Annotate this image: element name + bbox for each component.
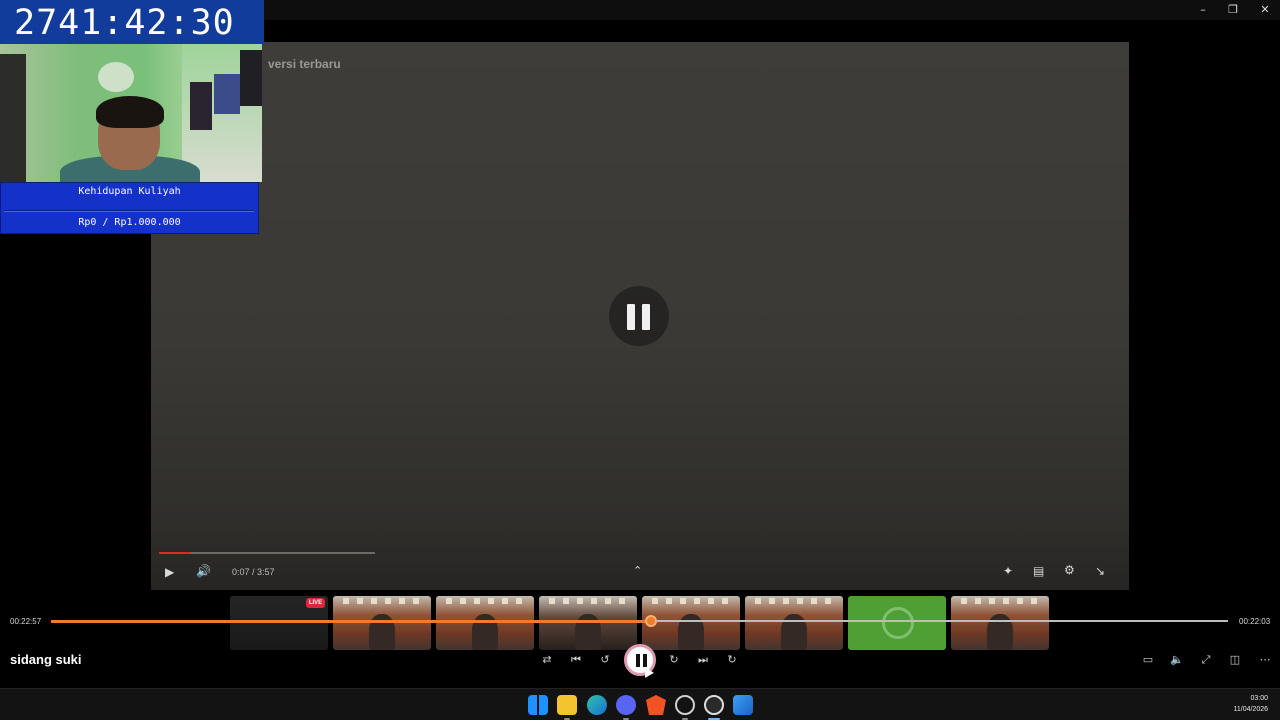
pause-icon-bar-left [627,304,635,330]
taskbar [0,688,1280,720]
thumbnail[interactable] [333,596,431,650]
system-clock[interactable]: 03:00 11/04/2026 [1233,693,1268,715]
shuffle-icon[interactable]: ⇄ [538,651,556,669]
more-options-icon[interactable]: ⋯ [1256,651,1274,669]
pause-icon-bar-left [636,654,640,667]
thumbnail[interactable] [539,596,637,650]
repeat-icon[interactable]: ↻ [723,651,741,669]
inner-play-icon[interactable]: ▶ [165,565,174,579]
photos-icon[interactable] [733,695,753,715]
chevron-up-icon[interactable]: ⌃ [633,564,642,577]
brave-browser-icon[interactable] [646,695,666,715]
mini-player-icon[interactable]: ▭ [1139,651,1157,669]
rewind-10-icon[interactable]: ↺ [596,651,614,669]
inner-progress-fill [159,552,191,554]
wall-fan [98,62,134,92]
background-person [0,54,26,182]
seek-bar-fill [51,620,651,623]
thumbnail[interactable] [642,596,740,650]
goal-progress-bar [4,210,254,212]
video-caption: versi terbaru [268,57,341,71]
fullscreen-icon[interactable]: ⤢ [1197,651,1215,669]
donation-goal: Kehidupan Kuliyah Rp0 / Rp1.000.000 [0,182,259,234]
exit-fullscreen-icon[interactable]: ↘ [1095,564,1105,578]
webcam-feed [0,44,262,182]
minimize-icon[interactable]: – [1188,2,1218,18]
windows-start-icon[interactable] [528,695,548,715]
subathon-timer: 2741:42:30 [0,0,264,45]
forward-30-icon[interactable]: ↻ [665,651,683,669]
streamer-hair [96,96,164,128]
poster [214,74,240,114]
volume-icon[interactable]: 🔈 [1168,651,1186,669]
inner-volume-icon[interactable]: 🔊 [196,564,211,578]
sparkle-icon[interactable]: ✦ [1003,564,1013,578]
previous-icon[interactable]: ⏮ [567,651,585,669]
settings-gear-icon[interactable]: ⚙ [1064,563,1075,577]
stream-overlay: 2741:42:30 Kehidupan Kuliyah Rp0 / Rp1.0… [0,0,264,236]
elapsed-time: 00:22:57 [10,617,42,626]
subtitles-icon[interactable]: ▤ [1033,564,1044,578]
timer-text: 2741:42:30 [14,3,235,43]
media-player-icon[interactable] [704,695,724,715]
clock-date: 11/04/2026 [1233,706,1268,713]
edge-browser-icon[interactable] [587,695,607,715]
goal-title: Kehidupan Kuliyah [78,186,181,197]
thumbnail[interactable] [745,596,843,650]
restore-icon[interactable]: ❐ [1218,2,1248,18]
close-icon[interactable]: ✕ [1250,2,1280,18]
thumbnail[interactable] [436,596,534,650]
goal-amount: Rp0 / Rp1.000.000 [78,217,181,228]
inner-time-display: 0:07 / 3:57 [232,567,275,577]
remaining-time: 00:22:03 [1239,617,1271,626]
poster [190,82,212,130]
media-title: sidang suki [10,652,82,667]
obs-icon[interactable] [675,695,695,715]
seek-knob[interactable] [645,615,657,627]
poster [240,50,262,106]
screen: { "overlay": { "timer": "2741:42:30", "g… [0,0,1280,720]
center-pause-button[interactable] [609,286,669,346]
thumbnail-green[interactable] [848,596,946,650]
cast-icon[interactable]: ◫ [1226,651,1244,669]
next-icon[interactable]: ⏭ [694,651,712,669]
thumbnail[interactable] [951,596,1049,650]
discord-icon[interactable] [616,695,636,715]
live-badge: LIVE [306,598,325,608]
inner-progress-track[interactable] [159,552,375,554]
file-explorer-icon[interactable] [557,695,577,715]
clock-time: 03:00 [1250,695,1268,702]
video-surface[interactable]: versi terbaru ▶ 🔊 0:07 / 3:57 ⌃ ✦ ▤ ⚙ ↘ [151,42,1129,590]
pause-icon-bar-right [642,304,650,330]
